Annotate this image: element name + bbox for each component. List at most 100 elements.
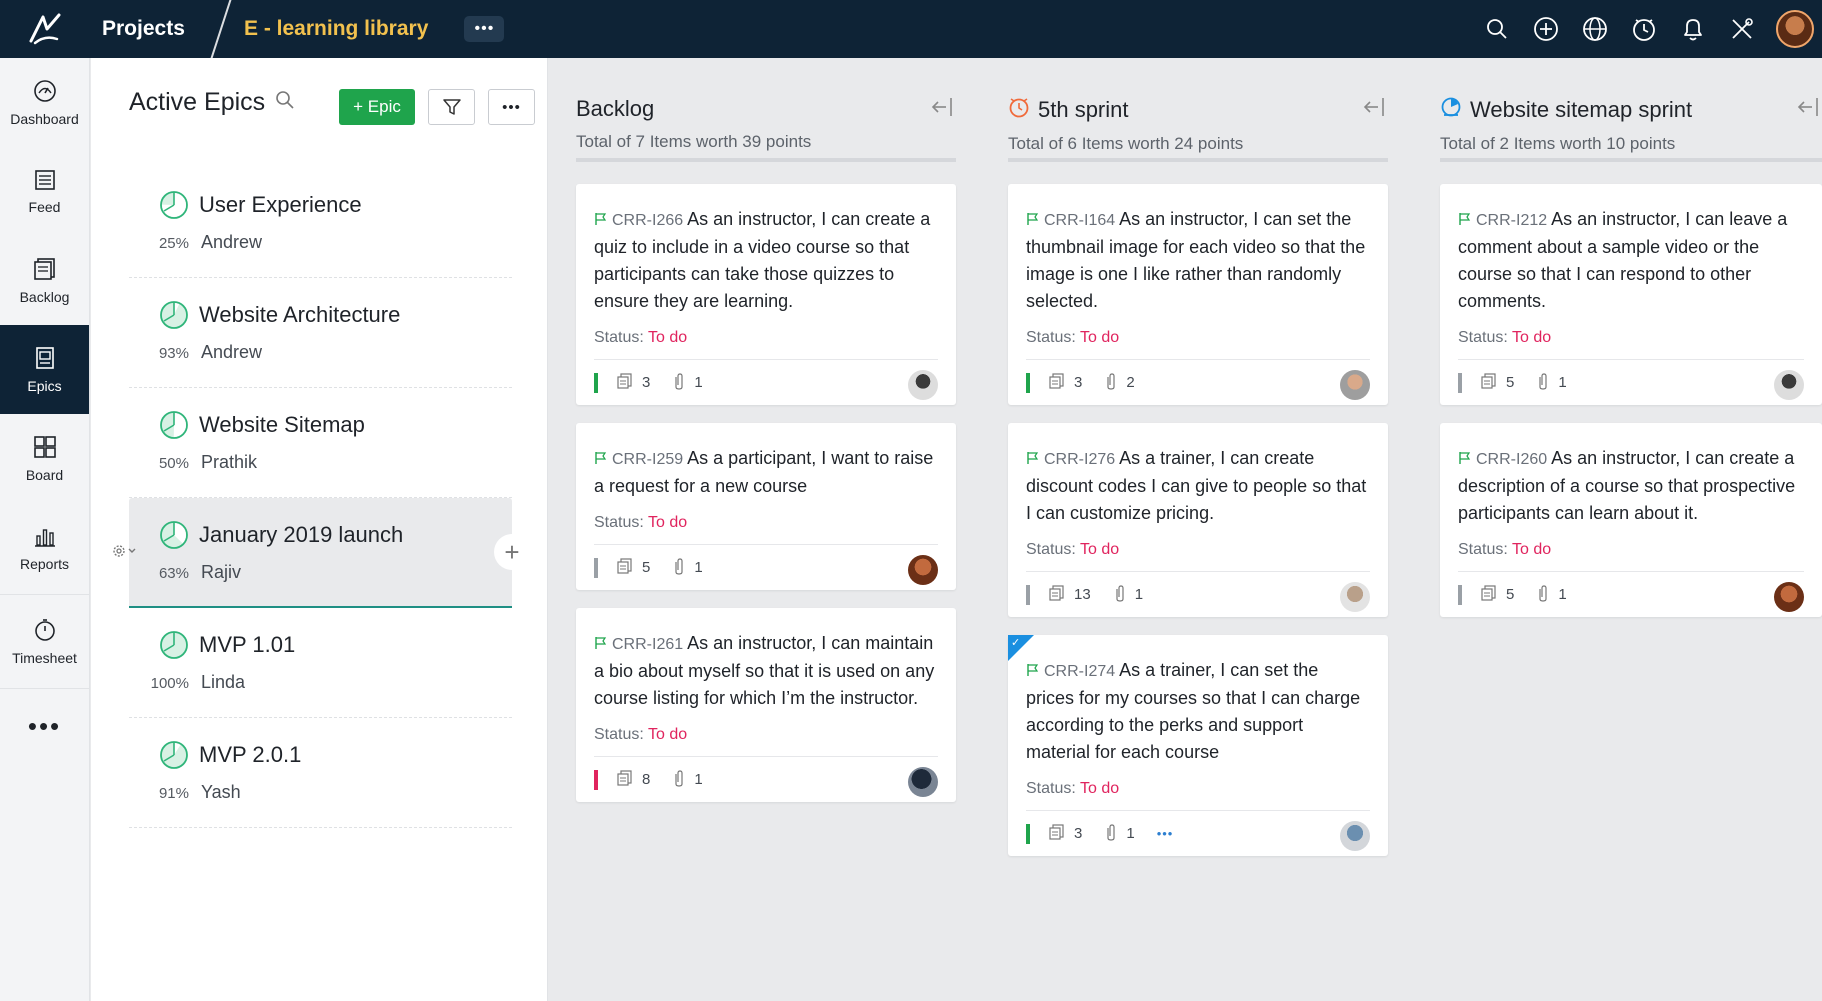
card-more-button[interactable]: •••: [1157, 826, 1174, 841]
status-value[interactable]: To do: [1080, 780, 1119, 797]
epic-item[interactable]: Website Sitemap 50% Prathik: [129, 388, 512, 498]
epic-item[interactable]: January 2019 launch 63% Rajiv +: [113, 498, 530, 608]
card-id[interactable]: CRR-I260: [1476, 451, 1547, 468]
attachments[interactable]: 1: [672, 557, 703, 579]
nav-feed[interactable]: Feed: [0, 147, 89, 236]
settings-gear-icon[interactable]: [111, 542, 139, 560]
epic-progress-icon: [160, 741, 188, 769]
story-card[interactable]: CRR-I276 As a trainer, I can create disc…: [1008, 423, 1388, 617]
epic-name[interactable]: MVP 2.0.1: [199, 742, 301, 768]
assignee-avatar[interactable]: [908, 370, 938, 400]
user-avatar[interactable]: [1776, 10, 1814, 48]
column-title-text[interactable]: 5th sprint: [1038, 97, 1129, 123]
attachments[interactable]: 1: [672, 372, 703, 394]
status-value[interactable]: To do: [648, 514, 687, 531]
column-divider: [1440, 158, 1822, 162]
epic-percent: 25%: [158, 235, 189, 252]
column-title: 5th sprint: [1008, 96, 1388, 124]
attachment-count: 1: [694, 771, 703, 788]
story-card[interactable]: CRR-I260 As an instructor, I can create …: [1440, 423, 1822, 617]
card-id[interactable]: CRR-I276: [1044, 451, 1115, 468]
assignee-avatar[interactable]: [1774, 582, 1804, 612]
epic-item[interactable]: MVP 2.0.1 91% Yash: [129, 718, 512, 828]
epic-item[interactable]: User Experience 25% Andrew: [129, 168, 512, 278]
add-epic-button[interactable]: + Epic: [339, 89, 415, 125]
story-card[interactable]: CRR-I261 As an instructor, I can maintai…: [576, 608, 956, 802]
nav-epics[interactable]: Epics: [0, 325, 89, 414]
status-label: Status:: [1026, 780, 1076, 797]
board-column: Website sitemap sprint Total of 2 Items w…: [1440, 58, 1822, 635]
status-value[interactable]: To do: [1512, 541, 1551, 558]
priority-indicator: [1458, 584, 1462, 605]
epic-title-row: Website Sitemap: [159, 410, 365, 440]
column-title-text[interactable]: Backlog: [576, 96, 654, 122]
epics-more-button[interactable]: •••: [488, 89, 535, 125]
epic-name[interactable]: Website Architecture: [199, 302, 400, 328]
attachments[interactable]: 1: [1536, 584, 1567, 606]
card-status: Status: To do: [1026, 329, 1370, 347]
story-card[interactable]: CRR-I266 As an instructor, I can create …: [576, 184, 956, 405]
timer-icon[interactable]: [1619, 0, 1668, 58]
card-id[interactable]: CRR-I261: [612, 636, 683, 653]
assignee-avatar[interactable]: [1340, 582, 1370, 612]
status-value[interactable]: To do: [648, 329, 687, 346]
card-id[interactable]: CRR-I164: [1044, 212, 1115, 229]
nav-reports[interactable]: Reports: [0, 503, 89, 592]
card-id[interactable]: CRR-I274: [1044, 663, 1115, 680]
attachment-count: 1: [1558, 586, 1567, 603]
column-title-text[interactable]: Website sitemap sprint: [1470, 97, 1692, 123]
collapse-icon[interactable]: [930, 96, 954, 123]
assignee-avatar[interactable]: [908, 767, 938, 797]
attachments[interactable]: 1: [672, 769, 703, 791]
story-card[interactable]: CRR-I259 As a participant, I want to rai…: [576, 423, 956, 590]
add-icon[interactable]: +: [494, 534, 530, 570]
collapse-icon[interactable]: [1796, 96, 1820, 123]
filter-button[interactable]: [428, 89, 475, 125]
breadcrumb-project-name[interactable]: E - learning library: [244, 17, 428, 41]
epic-name[interactable]: User Experience: [199, 192, 362, 218]
add-icon[interactable]: [1521, 0, 1570, 58]
breadcrumb-projects[interactable]: Projects: [102, 17, 212, 41]
attachments[interactable]: 2: [1104, 372, 1135, 394]
project-more-button[interactable]: •••: [464, 16, 505, 42]
status-value[interactable]: To do: [1512, 329, 1551, 346]
collapse-icon[interactable]: [1362, 96, 1386, 123]
nav-board[interactable]: Board: [0, 414, 89, 503]
app-logo-icon[interactable]: [0, 0, 90, 58]
assignee-avatar[interactable]: [1774, 370, 1804, 400]
nav-more-button[interactable]: •••: [0, 691, 89, 761]
left-nav: Dashboard Feed Backlog Epics Board Repor…: [0, 58, 90, 1001]
card-id[interactable]: CRR-I259: [612, 451, 683, 468]
search-icon[interactable]: [1472, 0, 1521, 58]
search-icon[interactable]: [275, 90, 295, 115]
attachments[interactable]: 1: [1536, 372, 1567, 394]
attachments[interactable]: 1: [1104, 823, 1135, 845]
epic-name[interactable]: January 2019 launch: [199, 522, 403, 548]
epic-name[interactable]: Website Sitemap: [199, 412, 365, 438]
card-footer: 81: [594, 756, 938, 802]
nav-backlog[interactable]: Backlog: [0, 236, 89, 325]
bell-icon[interactable]: [1668, 0, 1717, 58]
assignee-avatar[interactable]: [908, 555, 938, 585]
card-id[interactable]: CRR-I212: [1476, 212, 1547, 229]
nav-timesheet[interactable]: Timesheet: [0, 597, 89, 686]
tools-icon[interactable]: [1717, 0, 1766, 58]
epic-title-row: MVP 2.0.1: [159, 740, 301, 770]
assignee-avatar[interactable]: [1340, 821, 1370, 851]
story-card[interactable]: ✓ CRR-I274 As a trainer, I can set the pr…: [1008, 635, 1388, 856]
card-id[interactable]: CRR-I266: [612, 212, 683, 229]
nav-dashboard[interactable]: Dashboard: [0, 58, 89, 147]
status-value[interactable]: To do: [1080, 541, 1119, 558]
assignee-avatar[interactable]: [1340, 370, 1370, 400]
epic-name[interactable]: MVP 1.01: [199, 632, 295, 658]
attachments[interactable]: 1: [1113, 584, 1143, 606]
selected-check-icon[interactable]: ✓: [1008, 635, 1034, 661]
status-value[interactable]: To do: [648, 726, 687, 743]
globe-icon[interactable]: [1570, 0, 1619, 58]
status-value[interactable]: To do: [1080, 329, 1119, 346]
story-card[interactable]: CRR-I164 As an instructor, I can set the…: [1008, 184, 1388, 405]
breadcrumb-separator: [210, 0, 232, 60]
epic-item[interactable]: Website Architecture 93% Andrew: [129, 278, 512, 388]
epic-item[interactable]: MVP 1.01 100% Linda: [129, 608, 512, 718]
story-card[interactable]: CRR-I212 As an instructor, I can leave a…: [1440, 184, 1822, 405]
